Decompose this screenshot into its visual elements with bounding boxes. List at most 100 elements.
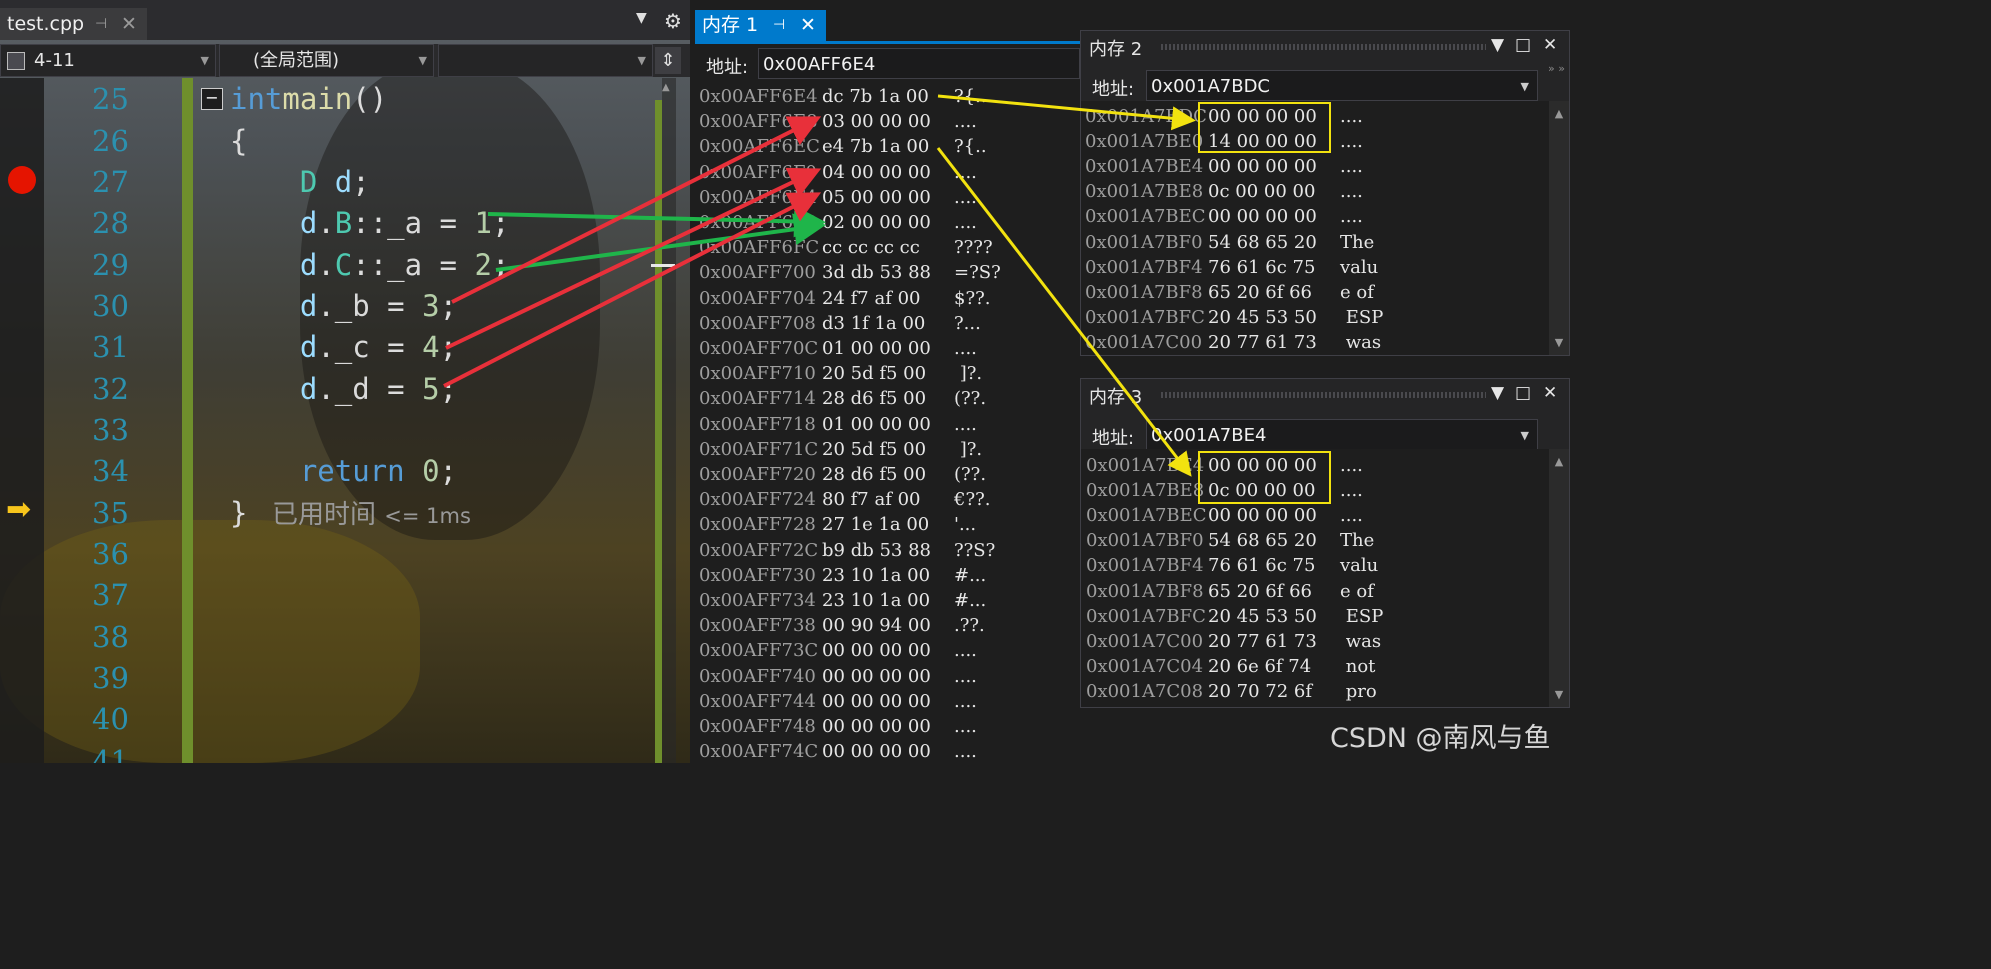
close-icon[interactable]: ✕ [1543,35,1557,55]
memory-ascii[interactable]: ??S? [954,538,995,563]
memory-ascii[interactable]: .... [1340,129,1363,154]
code-line[interactable]: return 0; [230,454,457,488]
memory-row[interactable]: 0x00AFF714 28 d6 f5 00 (??. [699,386,986,411]
memory-row[interactable]: 0x00AFF720 28 d6 f5 00 (??. [699,462,986,487]
memory-ascii[interactable]: .... [954,412,977,437]
chevron-down-icon[interactable]: ▼ [1491,383,1504,403]
overflow-chevron-icon[interactable]: » » [1548,62,1565,75]
memory-hex-bytes[interactable]: 27 1e 1a 00 [822,512,954,537]
memory-hex-bytes[interactable]: 00 00 00 00 [822,664,954,689]
maximize-icon[interactable]: □ [1515,383,1531,403]
memory-row[interactable]: 0x001A7BEC00 00 00 00.... [1085,204,1363,229]
collapse-outline-icon[interactable]: − [201,88,223,110]
memory-ascii[interactable]: valu [1340,255,1378,280]
close-icon[interactable]: ✕ [121,8,137,40]
vertical-scrollbar[interactable]: ▲ [662,78,676,763]
memory-hex-bytes[interactable]: 3d db 53 88 [822,260,954,285]
memory-hex-bytes[interactable]: 23 10 1a 00 [822,588,954,613]
member-dropdown[interactable]: ▼ [438,44,653,77]
memory-row[interactable]: 0x00AFF704 24 f7 af 00 $??. [699,286,990,311]
memory-ascii[interactable]: ESP [1340,604,1384,629]
memory-ascii[interactable]: #... [954,563,986,588]
memory-row[interactable]: 0x00AFF6E8 03 00 00 00.... [699,109,977,134]
memory-hex-bytes[interactable]: 20 5d f5 00 [822,361,954,386]
vertical-scrollbar[interactable]: ▲ ▼ [1549,449,1569,707]
memory-hex-bytes[interactable]: b9 db 53 88 [822,538,954,563]
memory-ascii[interactable]: .... [954,109,977,134]
memory-hex-bytes[interactable]: 28 d6 f5 00 [822,462,954,487]
memory-row[interactable]: 0x00AFF6F4 05 00 00 00.... [699,185,977,210]
memory-hex-bytes[interactable]: 00 00 00 00 [1208,154,1340,179]
memory-ascii[interactable]: .??. [954,613,985,638]
memory-row[interactable]: 0x001A7BF4 76 61 6c 75 valu [1086,553,1378,578]
memory-row[interactable]: 0x00AFF734 23 10 1a 00 #... [699,588,986,613]
memory-row[interactable]: 0x001A7C00 20 77 61 73 was [1085,330,1381,355]
memory-row[interactable]: 0x00AFF708 d3 1f 1a 00?... [699,311,981,336]
memory-row[interactable]: 0x001A7C04 20 6e 6f 74 not [1086,654,1375,679]
gear-icon[interactable]: ⚙ [664,9,682,33]
memory-row[interactable]: 0x00AFF730 23 10 1a 00 #... [699,563,986,588]
drag-grip[interactable] [1161,392,1486,398]
memory-row[interactable]: 0x001A7BE8 0c 00 00 00.... [1085,179,1363,204]
scroll-up-icon[interactable]: ▲ [662,82,670,93]
memory-row[interactable]: 0x001A7C00 20 77 61 73 was [1086,629,1381,654]
memory-ascii[interactable]: $??. [954,286,990,311]
memory-ascii[interactable]: pro [1340,679,1377,704]
memory-ascii[interactable]: e of [1340,280,1374,305]
memory-hex-bytes[interactable]: 76 61 6c 75 [1208,255,1340,280]
memory-row[interactable]: 0x001A7BFC 20 45 53 50 ESP [1086,604,1383,629]
scope-dropdown[interactable]: (全局范围) ▼ [219,44,434,77]
memory-hex-bytes[interactable]: 54 68 65 20 [1208,528,1340,553]
memory-ascii[interactable]: ]?. [954,361,982,386]
code-line[interactable]: { [230,124,247,158]
memory-row[interactable]: 0x001A7BFC 20 45 53 50 ESP [1085,305,1383,330]
memory-ascii[interactable]: .... [954,664,977,689]
memory-ascii[interactable]: ?{.. [954,134,987,159]
memory-ascii[interactable]: The [1340,528,1380,553]
vertical-scrollbar[interactable]: ▲ ▼ [1549,101,1569,355]
chevron-down-icon[interactable]: ▼ [1521,71,1529,102]
memory-ascii[interactable]: was [1340,629,1381,654]
pin-icon[interactable]: ⊣ [95,8,107,40]
split-editor-button[interactable]: ⇕ [655,47,681,74]
address-input[interactable]: 0x00AFF6E4 [758,48,1080,79]
memory-ascii[interactable]: ESP [1340,305,1384,330]
tab-test-cpp[interactable]: test.cpp ⊣ ✕ [0,8,147,40]
memory-row[interactable]: 0x00AFF73C 00 00 00 00.... [699,638,977,663]
memory-ascii[interactable]: .... [1340,453,1363,478]
code-line[interactable]: d.C::_a = 2; [230,248,510,282]
memory-ascii[interactable]: not [1340,654,1376,679]
memory-row[interactable]: 0x00AFF748 00 00 00 00.... [699,714,977,739]
memory-hex-bytes[interactable]: 01 00 00 00 [822,412,954,437]
memory-hex-bytes[interactable]: e4 7b 1a 00 [822,134,954,159]
memory-row[interactable]: 0x00AFF6F8 02 00 00 00.... [699,210,977,235]
maximize-icon[interactable]: □ [1515,35,1531,55]
memory-row[interactable]: 0x00AFF740 00 00 00 00.... [699,664,977,689]
memory-ascii[interactable]: €??. [954,487,990,512]
drag-grip[interactable] [1161,44,1486,50]
memory-hex-bytes[interactable]: 00 00 00 00 [822,739,954,763]
memory-hex-bytes[interactable]: 00 00 00 00 [822,714,954,739]
memory-hex-bytes[interactable]: 23 10 1a 00 [822,563,954,588]
address-input[interactable]: 0x001A7BDC ▼ [1146,70,1538,101]
memory-row[interactable]: 0x00AFF70C 01 00 00 00.... [699,336,977,361]
memory-row[interactable]: 0x00AFF718 01 00 00 00.... [699,412,977,437]
memory-hex-bytes[interactable]: 00 00 00 00 [1208,204,1340,229]
memory-ascii[interactable]: .... [1340,204,1363,229]
memory-row[interactable]: 0x001A7BF8 65 20 6f 66 e of [1085,280,1374,305]
memory-hex-bytes[interactable]: 65 20 6f 66 [1208,579,1340,604]
memory-ascii[interactable]: (??. [954,462,986,487]
code-line[interactable]: d._d = 5; [230,372,457,406]
memory-hex-bytes[interactable]: 04 00 00 00 [822,160,954,185]
memory-hex-bytes[interactable]: 0c 00 00 00 [1208,179,1340,204]
memory-hex-bytes[interactable]: 01 00 00 00 [822,336,954,361]
memory-row[interactable]: 0x00AFF6EC e4 7b 1a 00 ?{.. [699,134,987,159]
close-icon[interactable]: ✕ [1543,383,1557,403]
chevron-down-icon[interactable]: ▼ [1491,35,1504,55]
memory-window-3[interactable]: 内存 3 ▼ □ ✕ 地址: 0x001A7BE4 ▼ 0x001A7BE4 00… [1080,378,1570,708]
memory-row[interactable]: 0x001A7BF4 76 61 6c 75 valu [1085,255,1378,280]
memory-ascii[interactable]: .... [954,739,977,763]
code-line[interactable]: intmain() [230,82,387,116]
memory-row[interactable]: 0x001A7BF0 54 68 65 20 The [1086,528,1380,553]
memory-hex-bytes[interactable]: cc cc cc cc [822,235,954,260]
